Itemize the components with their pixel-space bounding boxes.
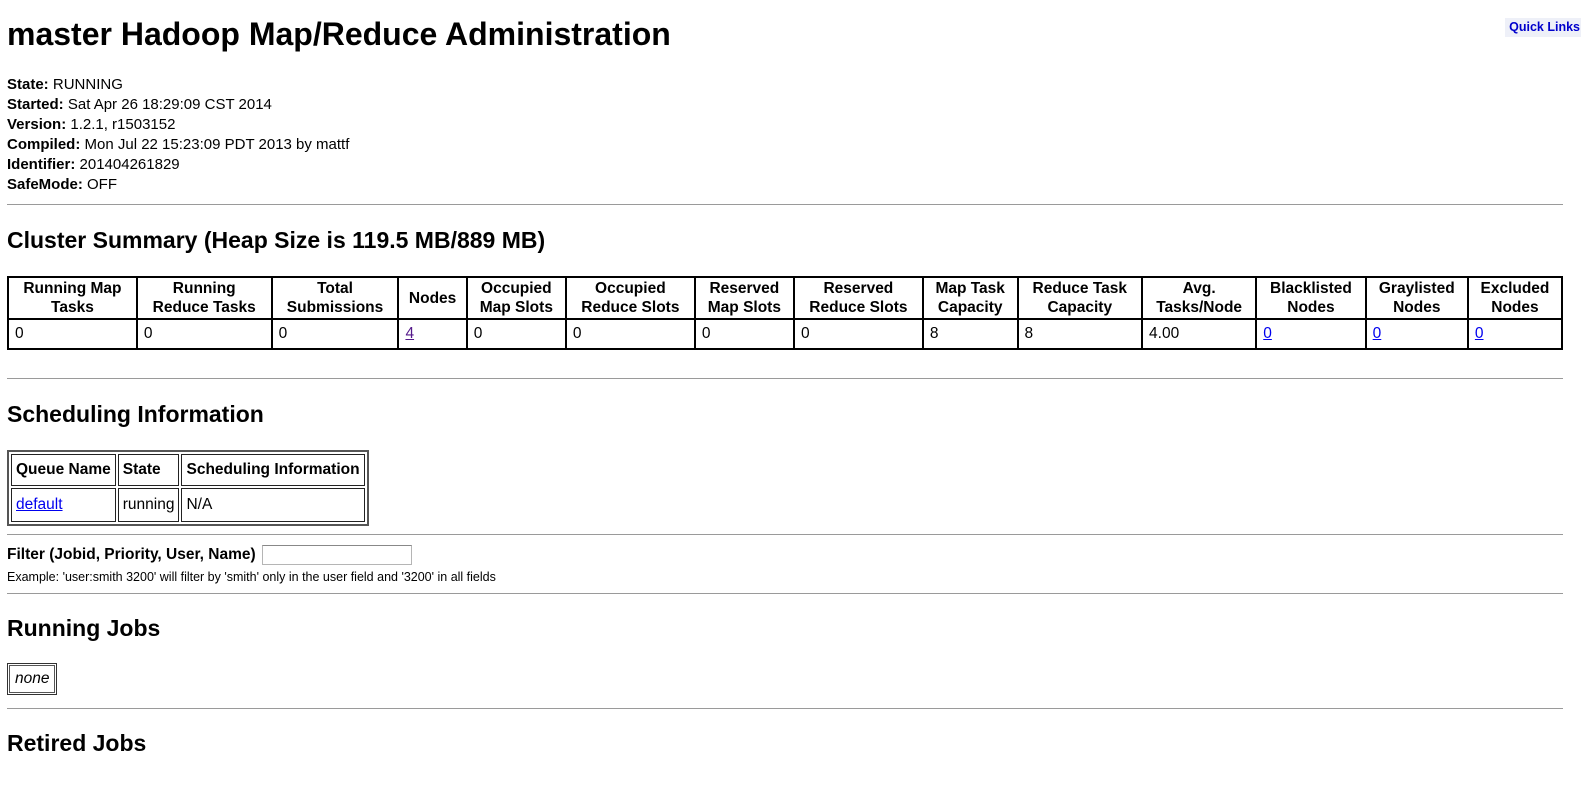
value-map-task-capacity: 8 [921, 318, 1019, 350]
value-graylisted-nodes: 0 [1364, 318, 1469, 350]
retired-jobs-heading: Retired Jobs [7, 730, 147, 756]
info-state: State: RUNNING [7, 76, 123, 93]
value-occupied-reduce-slots: 0 [564, 318, 696, 350]
filter-label: Filter (Jobid, Priority, User, Name) [7, 546, 256, 563]
header-total-submissions: Total Submissions [270, 276, 400, 320]
queue-state-cell: running [117, 488, 180, 522]
queue-default-link[interactable]: default [16, 496, 63, 513]
value-occupied-map-slots: 0 [465, 318, 567, 350]
cluster-summary-table: Running Map Tasks Running Reduce Tasks Tot… [7, 276, 1564, 350]
header-reserved-map-slots: Reserved Map Slots [693, 276, 795, 320]
queue-name-cell: default [11, 488, 116, 522]
header-nodes: Nodes [397, 276, 468, 320]
value-nodes: 4 [397, 318, 468, 350]
header-map-task-capacity: Map Task Capacity [921, 276, 1019, 320]
value-reserved-reduce-slots: 0 [792, 318, 924, 350]
info-identifier: Identifier: 201404261829 [7, 156, 180, 173]
header-graylisted-nodes: Graylisted Nodes [1364, 276, 1469, 320]
value-excluded-nodes: 0 [1466, 318, 1564, 350]
graylisted-nodes-link[interactable]: 0 [1373, 325, 1382, 342]
info-version: Version: 1.2.1, r1503152 [7, 116, 176, 133]
filter-example-text: Example: 'user:smith 3200' will filter b… [7, 570, 496, 584]
page-content: master Hadoop Map/Reduce Administration … [0, 18, 1581, 755]
divider [7, 204, 1563, 205]
value-avg-tasks-node: 4.00 [1141, 318, 1258, 350]
scheduling-table: Queue Name State Scheduling Information … [7, 450, 369, 526]
page-title: master Hadoop Map/Reduce Administration [7, 16, 671, 52]
nodes-link[interactable]: 4 [405, 325, 414, 342]
header-scheduling-information: Scheduling Information [181, 454, 365, 486]
info-started: Started: Sat Apr 26 18:29:09 CST 2014 [7, 96, 272, 113]
header-blacklisted-nodes: Blacklisted Nodes [1255, 276, 1367, 320]
header-queue-name: Queue Name [11, 454, 116, 486]
filter-row: Filter (Jobid, Priority, User, Name) [7, 545, 1563, 565]
value-total-submissions: 0 [270, 318, 400, 350]
queue-info-cell: N/A [181, 488, 365, 522]
running-jobs-heading: Running Jobs [7, 615, 161, 641]
header-excluded-nodes: Excluded Nodes [1466, 276, 1564, 320]
header-running-map-tasks: Running Map Tasks [7, 276, 138, 320]
no-running-jobs-text: none [9, 665, 56, 693]
header-reserved-reduce-slots: Reserved Reduce Slots [792, 276, 924, 320]
value-running-map-tasks: 0 [7, 318, 138, 350]
table-row: none [9, 665, 56, 693]
header-running-reduce-tasks: Running Reduce Tasks [135, 276, 273, 320]
value-running-reduce-tasks: 0 [135, 318, 273, 350]
blacklisted-nodes-link[interactable]: 0 [1263, 325, 1272, 342]
value-reduce-task-capacity: 8 [1016, 318, 1144, 350]
running-jobs-table: none [7, 663, 58, 695]
table-header-row: Queue Name State Scheduling Information [11, 454, 365, 486]
jobtracker-info: State: RUNNING Started: Sat Apr 26 18:29… [7, 75, 1563, 195]
scheduling-heading: Scheduling Information [7, 401, 264, 427]
value-blacklisted-nodes: 0 [1255, 318, 1367, 350]
header-avg-tasks-node: Avg. Tasks/Node [1141, 276, 1258, 320]
table-row: default running N/A [11, 488, 365, 522]
quick-links-link[interactable]: Quick Links [1509, 20, 1580, 34]
filter-input[interactable] [261, 545, 412, 565]
header-reduce-task-capacity: Reduce Task Capacity [1016, 276, 1144, 320]
divider [7, 378, 1563, 379]
info-safemode: SafeMode: OFF [7, 176, 118, 193]
divider [7, 593, 1563, 594]
value-reserved-map-slots: 0 [693, 318, 795, 350]
table-row: 0 0 0 4 0 0 0 0 8 8 4.00 0 0 0 [7, 318, 1564, 350]
table-header-row: Running Map Tasks Running Reduce Tasks Tot… [7, 276, 1564, 320]
excluded-nodes-link[interactable]: 0 [1475, 325, 1484, 342]
header-occupied-map-slots: Occupied Map Slots [465, 276, 567, 320]
header-occupied-reduce-slots: Occupied Reduce Slots [564, 276, 696, 320]
divider [7, 708, 1563, 709]
quick-links-menu[interactable]: Quick Links [1505, 18, 1581, 37]
header-state: State [117, 454, 180, 486]
cluster-summary-heading: Cluster Summary (Heap Size is 119.5 MB/8… [7, 227, 546, 253]
divider [7, 534, 1563, 535]
info-compiled: Compiled: Mon Jul 22 15:23:09 PDT 2013 b… [7, 136, 350, 153]
